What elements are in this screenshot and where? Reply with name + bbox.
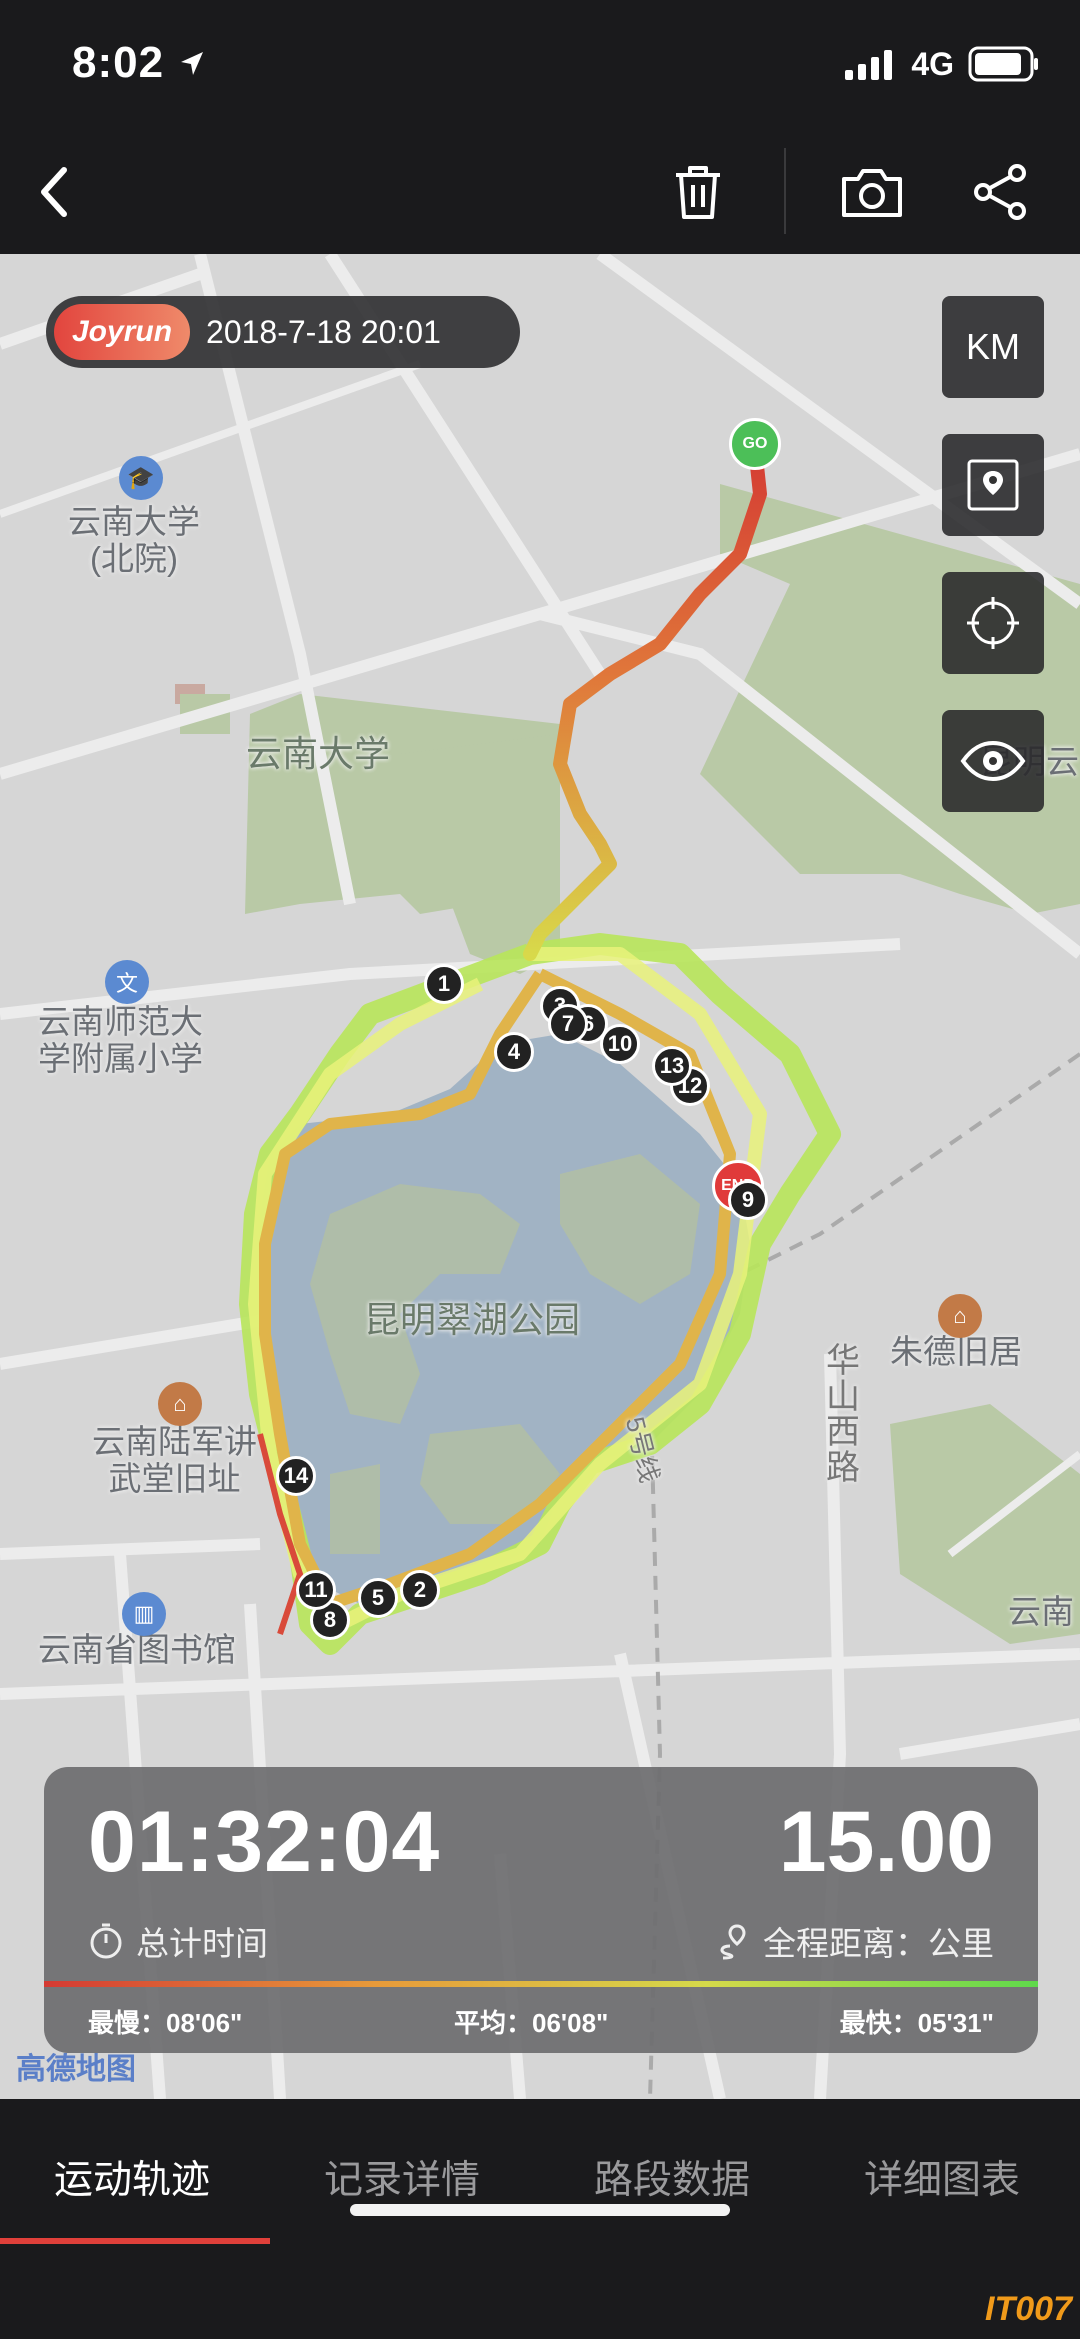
- status-bar: 8:02 4G: [0, 0, 1080, 130]
- run-info-badge: Joyrun 2018-7-18 20:01: [46, 296, 520, 368]
- camera-icon: [842, 169, 902, 217]
- distance-value: 15.00: [778, 1794, 994, 1890]
- km-marker[interactable]: 14: [276, 1456, 316, 1496]
- culture-icon: 文: [105, 960, 149, 1004]
- bottom-tab-bar: 运动轨迹 记录详情 路段数据 详细图表: [0, 2099, 1080, 2339]
- location-arrow-icon: [181, 52, 204, 75]
- label-yunnan-univ: 云南大学: [246, 733, 391, 774]
- landmark-icon: ⌂: [938, 1294, 982, 1338]
- label-library: 云南省图书馆: [38, 1631, 236, 1668]
- share-icon: [974, 164, 1026, 220]
- share-button[interactable]: [960, 152, 1040, 232]
- visibility-button[interactable]: [942, 710, 1044, 812]
- camera-button[interactable]: [832, 152, 912, 232]
- km-marker[interactable]: 9: [728, 1180, 768, 1220]
- landmark-icon: ⌂: [158, 1382, 202, 1426]
- nav-divider: [784, 148, 786, 234]
- km-marker[interactable]: 11: [296, 1570, 336, 1610]
- average-pace: 平均：06'08": [454, 2008, 609, 2038]
- label-yunnan-right: 云南: [1008, 1593, 1074, 1630]
- battery-icon: [968, 46, 1038, 82]
- start-pin[interactable]: GO: [729, 418, 781, 470]
- map-layer-button[interactable]: [942, 434, 1044, 536]
- distance-label: 全程距离：公里: [763, 1925, 994, 1962]
- fastest-pace: 最快：05'31": [839, 2008, 994, 2038]
- distance-caption: 全程距离：公里: [715, 1917, 994, 1965]
- km-marker[interactable]: 5: [358, 1578, 398, 1618]
- active-tab-indicator: [0, 2238, 270, 2244]
- locate-button[interactable]: [942, 572, 1044, 674]
- km-marker[interactable]: 7: [548, 1004, 588, 1044]
- stats-panel: 01:32:04 15.00 总计时间 全程距离：公里 最慢：08'06" 平均…: [44, 1767, 1038, 2053]
- label-lake-park: 昆明翠湖公园: [364, 1299, 581, 1340]
- brand-logo: Joyrun: [54, 304, 191, 360]
- home-indicator[interactable]: [350, 2204, 730, 2216]
- km-marker[interactable]: 2: [400, 1570, 440, 1610]
- tab-detail-charts[interactable]: 详细图表: [864, 2149, 1020, 2205]
- status-indicators: 4G: [845, 44, 1040, 84]
- tab-record-details[interactable]: 记录详情: [324, 2149, 480, 2205]
- duration-label: 总计时间: [136, 1925, 268, 1962]
- unit-label: KM: [966, 326, 1020, 367]
- pace-gradient-bar: [44, 1981, 1038, 1987]
- stopwatch-icon: [90, 1923, 122, 1959]
- trash-icon: [676, 166, 720, 219]
- km-marker[interactable]: 10: [600, 1024, 640, 1064]
- slowest-pace: 最慢：08'06": [88, 2008, 243, 2038]
- watermark: IT007: [985, 2290, 1072, 2328]
- duration-value: 01:32:04: [88, 1794, 441, 1890]
- route-pin-icon: [720, 1924, 746, 1960]
- nav-bar: [0, 130, 1080, 254]
- status-time: 8:02: [72, 38, 207, 88]
- signal-icon: [845, 50, 893, 80]
- label-normal-school: 云南师范大 学附属小学: [38, 1003, 203, 1077]
- label-huashan-road: 华 山 西 路: [826, 1342, 860, 1488]
- school-icon: 🎓: [119, 456, 163, 500]
- eye-icon: [960, 740, 1026, 782]
- km-marker[interactable]: 13: [652, 1046, 692, 1086]
- label-yunnan-univ-north: 云南大学 (北院): [68, 503, 200, 577]
- crosshair-icon: [967, 597, 1019, 649]
- duration-caption: 总计时间: [88, 1917, 268, 1965]
- km-marker[interactable]: 1: [424, 964, 464, 1004]
- tab-track[interactable]: 运动轨迹: [54, 2149, 210, 2205]
- unit-toggle-button[interactable]: KM: [942, 296, 1044, 398]
- tab-segment-data[interactable]: 路段数据: [594, 2149, 750, 2205]
- chevron-left-icon: [41, 167, 67, 217]
- delete-button[interactable]: [658, 152, 738, 232]
- library-icon: ▥: [122, 1592, 166, 1636]
- map-pin-icon: [967, 459, 1019, 511]
- label-military-school: 云南陆军讲 武堂旧址: [92, 1423, 257, 1497]
- km-marker[interactable]: 4: [494, 1032, 534, 1072]
- back-button[interactable]: [14, 152, 94, 232]
- network-label: 4G: [911, 45, 954, 82]
- label-zhude: 朱德旧居: [890, 1333, 1022, 1370]
- run-datetime: 2018-7-18 20:01: [206, 313, 441, 350]
